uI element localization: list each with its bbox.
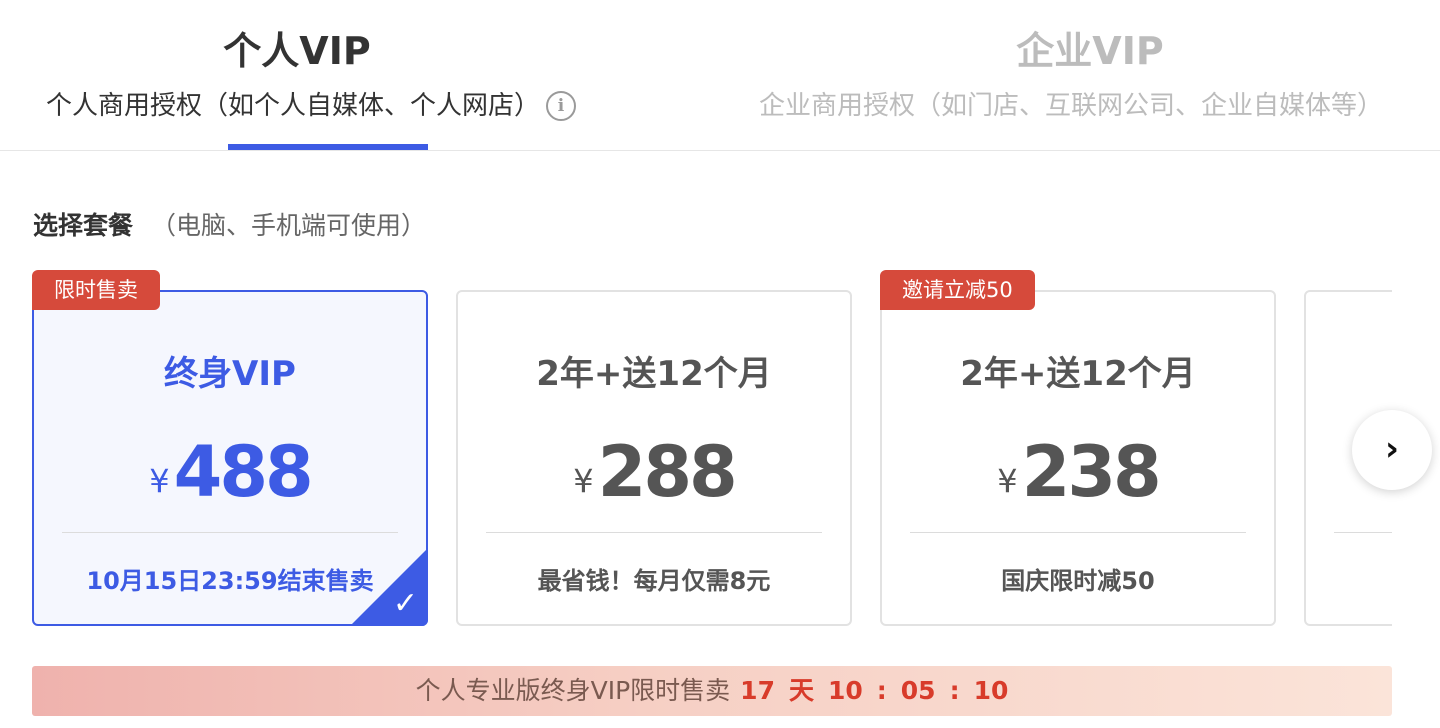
currency-symbol: ¥ [997, 462, 1018, 500]
license-tabs: 个人VIP 个人商用授权（如个人自媒体、个人网店） i 企业VIP 企业商用授权（… [0, 0, 1440, 151]
plan-badge: 限时售卖 [32, 270, 160, 310]
countdown-separator: : [949, 676, 960, 705]
currency-symbol: ¥ [573, 462, 594, 500]
price-amount: 238 [1021, 431, 1162, 513]
plan-price: ¥488 [34, 432, 426, 531]
tab-enterprise-vip[interactable]: 企业VIP 企业商用授权（如门店、互联网公司、企业自媒体等） [745, 0, 1435, 150]
section-note: （电脑、手机端可使用） [151, 211, 427, 240]
price-amount: 288 [597, 431, 738, 513]
check-icon: ✓ [392, 586, 418, 621]
currency-symbol: ¥ [149, 462, 170, 500]
countdown-seconds: 10 [973, 676, 1009, 705]
countdown-hours: 10 [827, 676, 863, 705]
chevron-right-icon: › [1384, 429, 1399, 469]
tab-personal-vip[interactable]: 个人VIP 个人商用授权（如个人自媒体、个人网店） i [20, 0, 640, 150]
tab-personal-subtitle-row: 个人商用授权（如个人自媒体、个人网店） i [20, 88, 640, 124]
card-divider [486, 532, 822, 533]
vip-purchase-page: 个人VIP 个人商用授权（如个人自媒体、个人网店） i 企业VIP 企业商用授权（… [0, 0, 1440, 728]
plan-name: 终身VIP [164, 354, 296, 394]
card-divider [1334, 532, 1392, 533]
active-tab-indicator [228, 144, 428, 150]
tab-enterprise-title: 企业VIP [1016, 29, 1164, 73]
countdown-days-unit: 天 [788, 676, 814, 705]
tab-enterprise-subtitle: 企业商用授权（如门店、互联网公司、企业自媒体等） [759, 91, 1384, 121]
plan-card-2year-a[interactable]: 2年+送12个月 ¥288 最省钱！每月仅需8元 [456, 290, 852, 626]
plan-price: ¥288 [458, 432, 850, 531]
tab-personal-title: 个人VIP [223, 29, 371, 73]
plan-description: 最省钱！每月仅需8元 [537, 567, 771, 595]
plan-section-title: 选择套餐 （电脑、手机端可使用） [33, 206, 426, 246]
plan-description: 国庆限时减50 [1001, 567, 1155, 595]
card-divider [62, 532, 398, 533]
carousel-next-button[interactable]: › [1352, 410, 1432, 490]
card-divider [910, 532, 1246, 533]
promo-text: 个人专业版终身VIP限时售卖 [415, 676, 731, 705]
price-amount: 488 [173, 431, 314, 513]
selected-check-badge: ✓ [350, 548, 428, 626]
countdown-minutes: 05 [900, 676, 936, 705]
section-title: 选择套餐 [33, 211, 134, 240]
tab-personal-subtitle: 个人商用授权（如个人自媒体、个人网店） [46, 91, 541, 121]
plan-name: 2年+送12个月 [536, 354, 772, 394]
plan-carousel: 限时售卖 终身VIP ¥488 10月15日23:59结束售卖 ✓ 2年+送12… [32, 268, 1392, 634]
plan-price: ¥238 [882, 432, 1274, 531]
countdown-separator: : [876, 676, 887, 705]
plan-card-lifetime[interactable]: 限时售卖 终身VIP ¥488 10月15日23:59结束售卖 ✓ [32, 270, 428, 626]
countdown-days: 17 [740, 676, 775, 705]
promo-countdown-bar: 个人专业版终身VIP限时售卖 17 天 10:05:10 [32, 666, 1392, 716]
plan-badge: 邀请立减50 [880, 270, 1035, 310]
info-icon[interactable]: i [546, 91, 577, 121]
plan-name: 2年+送12个月 [960, 354, 1196, 394]
plan-card-2year-b[interactable]: 邀请立减50 2年+送12个月 ¥238 国庆限时减50 [880, 270, 1276, 626]
